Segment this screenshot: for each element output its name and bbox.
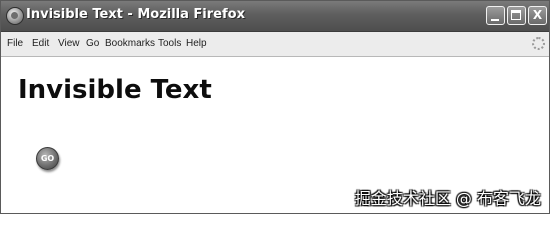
window-title: Invisible Text - Mozilla Firefox: [26, 7, 245, 22]
menu-bar: File Edit View Go Bookmarks Tools Help: [1, 32, 549, 57]
menu-help[interactable]: Help: [186, 38, 207, 49]
page-content: Invisible Text GO 掘金技术社区 @ 布客飞龙: [1, 57, 549, 213]
page-heading: Invisible Text: [18, 75, 212, 105]
menu-view[interactable]: View: [58, 38, 80, 49]
go-button[interactable]: GO: [36, 147, 59, 170]
minimize-icon: [491, 19, 499, 21]
menu-tools[interactable]: Tools: [158, 38, 181, 49]
firefox-icon[interactable]: [6, 7, 24, 25]
browser-window: Invisible Text - Mozilla Firefox X File …: [0, 0, 550, 214]
menu-edit[interactable]: Edit: [32, 38, 49, 49]
close-button[interactable]: X: [528, 6, 547, 25]
menu-file[interactable]: File: [7, 38, 23, 49]
maximize-button[interactable]: [507, 6, 526, 25]
menu-bookmarks[interactable]: Bookmarks: [105, 38, 155, 49]
maximize-icon: [511, 10, 521, 20]
minimize-button[interactable]: [486, 6, 505, 25]
menu-go[interactable]: Go: [86, 38, 99, 49]
title-bar[interactable]: Invisible Text - Mozilla Firefox X: [1, 1, 549, 32]
throbber-icon: [532, 37, 545, 50]
watermark: 掘金技术社区 @ 布客飞龙: [354, 189, 541, 208]
